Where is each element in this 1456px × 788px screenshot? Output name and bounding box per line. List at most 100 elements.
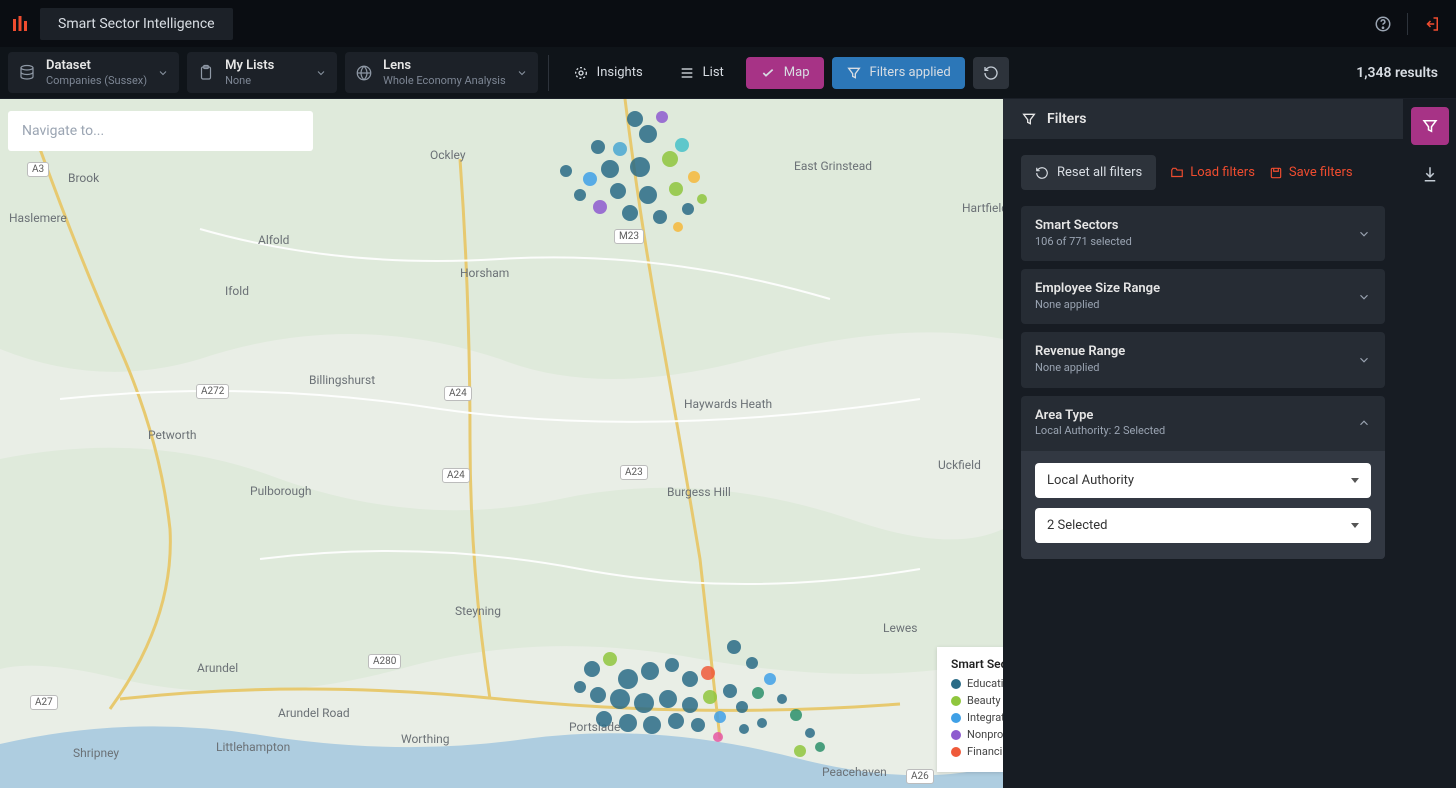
accordion-header[interactable]: Smart Sectors 106 of 771 selected [1021,206,1385,261]
map-marker[interactable] [764,673,776,685]
map-marker[interactable] [752,687,764,699]
map-marker[interactable] [703,690,717,704]
map-marker[interactable] [727,640,741,654]
map-marker[interactable] [714,711,726,723]
map-marker[interactable] [701,666,715,680]
place-label: Billingshurst [309,373,375,387]
map-marker[interactable] [757,718,767,728]
map-marker[interactable] [675,138,689,152]
navigate-input[interactable] [8,111,313,151]
map-marker[interactable] [618,669,638,689]
map-marker[interactable] [591,140,605,154]
road-badge: A24 [444,386,472,401]
accordion-sub: None applied [1035,298,1357,312]
map-marker[interactable] [574,681,586,693]
map-marker[interactable] [777,694,787,704]
map-marker[interactable] [574,189,586,201]
logout-icon[interactable] [1416,8,1448,40]
map-marker[interactable] [656,111,668,123]
map-marker[interactable] [662,151,678,167]
place-label: Ifold [225,284,249,298]
map-marker[interactable] [610,183,626,199]
map-marker[interactable] [790,709,802,721]
map-marker[interactable] [610,689,630,709]
undo-button[interactable] [973,57,1009,89]
reset-filters-button[interactable]: Reset all filters [1021,155,1156,190]
rail-filter-button[interactable] [1411,107,1449,145]
map-marker[interactable] [584,661,600,677]
map-button[interactable]: Map [746,57,824,89]
map-marker[interactable] [622,205,638,221]
map-marker[interactable] [669,182,683,196]
accordion-title: Revenue Range [1035,344,1357,361]
list-button[interactable]: List [665,57,738,89]
map-marker[interactable] [643,716,661,734]
help-icon[interactable] [1367,8,1399,40]
map-marker[interactable] [590,687,606,703]
lens-selector[interactable]: Lens Whole Economy Analysis [345,52,538,93]
map-area[interactable]: BrookHaslemereIfoldAlfoldOckleyHorshamBi… [0,99,1003,788]
load-filters-link[interactable]: Load filters [1170,165,1255,180]
map-marker[interactable] [713,732,723,742]
map-marker[interactable] [593,200,607,214]
map-marker[interactable] [596,711,612,727]
map-marker[interactable] [613,142,627,156]
toolbar: Dataset Companies (Sussex) My Lists None… [0,47,1456,99]
map-marker[interactable] [794,745,806,757]
rail-download-button[interactable] [1411,155,1449,193]
map-marker[interactable] [688,171,700,183]
map-marker[interactable] [682,697,698,713]
globe-icon [355,64,373,82]
map-marker[interactable] [630,157,650,177]
legend-item: Nonprofit [951,728,989,741]
place-label: Petworth [148,428,197,442]
map-marker[interactable] [619,714,637,732]
map-marker[interactable] [653,210,667,224]
app-logo-icon[interactable] [8,12,32,36]
area-type-select[interactable]: Local Authority [1035,463,1371,498]
map-marker[interactable] [682,671,698,687]
map-marker[interactable] [805,728,815,738]
map-marker[interactable] [682,203,694,215]
map-label: Map [784,65,810,80]
accordion-title: Area Type [1035,408,1357,425]
map-marker[interactable] [736,701,748,713]
map-marker[interactable] [815,742,825,752]
map-marker[interactable] [583,172,597,186]
map-marker[interactable] [659,690,677,708]
mylists-selector[interactable]: My Lists None [187,52,337,93]
save-filters-link[interactable]: Save filters [1269,165,1353,180]
map-marker[interactable] [627,111,643,127]
accordion-header[interactable]: Employee Size Range None applied [1021,269,1385,324]
map-marker[interactable] [723,684,737,698]
map-marker[interactable] [639,186,657,204]
map-marker[interactable] [739,724,749,734]
place-label: Arundel Road [278,706,350,720]
map-marker[interactable] [601,160,619,178]
map-marker[interactable] [603,652,617,666]
map-marker[interactable] [665,658,679,672]
dataset-selector[interactable]: Dataset Companies (Sussex) [8,52,179,93]
map-marker[interactable] [691,718,705,732]
app-title-chip[interactable]: Smart Sector Intelligence [40,8,233,40]
map-marker[interactable] [668,713,684,729]
map-marker[interactable] [560,165,572,177]
map-marker[interactable] [641,662,659,680]
undo-icon [983,65,999,81]
insights-button[interactable]: Insights [559,57,657,89]
legend-item: Integration [951,711,989,724]
select-value: Local Authority [1047,473,1134,488]
area-selected-select[interactable]: 2 Selected [1035,508,1371,543]
accordion-sub: None applied [1035,361,1357,375]
chevron-down-icon [1357,353,1371,367]
map-marker[interactable] [639,125,657,143]
filters-applied-button[interactable]: Filters applied [832,57,965,89]
map-marker[interactable] [673,222,683,232]
map-marker[interactable] [697,194,707,204]
legend-dot-icon [951,713,961,723]
accordion-header[interactable]: Area Type Local Authority: 2 Selected [1021,396,1385,451]
place-label: Horsham [460,266,509,280]
map-marker[interactable] [746,657,758,669]
map-marker[interactable] [634,693,654,713]
accordion-header[interactable]: Revenue Range None applied [1021,332,1385,387]
